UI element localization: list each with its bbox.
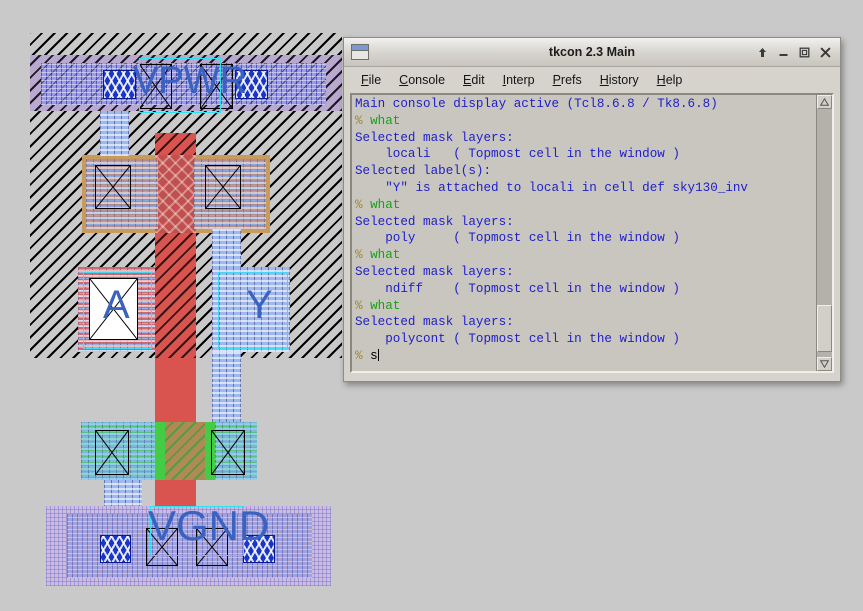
- console-prompt: %: [355, 113, 371, 128]
- console-line: polycont ( Topmost cell in the window ): [355, 331, 816, 348]
- console-command: what: [370, 248, 401, 263]
- layout-label-y: Y: [246, 283, 273, 327]
- tkcon-menubar[interactable]: File Console Edit Interp Prefs History H…: [344, 67, 840, 93]
- contact-x-icon: [96, 166, 130, 208]
- console-line: locali ( Topmost cell in the window ): [355, 146, 816, 163]
- console-input-text: s: [370, 348, 378, 363]
- menu-console-accel: C: [399, 72, 409, 87]
- maximize-icon: [799, 47, 810, 57]
- console-command: what: [370, 197, 401, 212]
- shade-button[interactable]: [752, 39, 773, 66]
- scroll-up-icon: [820, 98, 829, 106]
- tkcon-titlebar[interactable]: tkcon 2.3 Main: [344, 38, 840, 67]
- window-icon: [351, 44, 369, 60]
- console-line: Selected mask layers:: [355, 130, 816, 147]
- console-output: Selected mask layers:: [355, 130, 514, 145]
- scroll-down-button[interactable]: [817, 357, 832, 371]
- console-line: % what: [355, 113, 816, 130]
- menu-help-accel: H: [656, 72, 666, 87]
- licon-contact[interactable]: [95, 430, 129, 475]
- contact-x-icon: [206, 166, 240, 208]
- menu-edit[interactable]: Edit: [454, 71, 494, 89]
- console-output: Selected mask layers:: [355, 214, 514, 229]
- licon-contact[interactable]: [211, 430, 245, 475]
- console-output: poly ( Topmost cell in the window ): [355, 231, 680, 246]
- console-area[interactable]: Main console display active (Tcl8.6.8 / …: [350, 93, 834, 373]
- console-command: what: [370, 298, 401, 313]
- console-line: ndiff ( Topmost cell in the window ): [355, 281, 816, 298]
- layout-label-a: A: [103, 283, 130, 327]
- layer-ndiff-gate-edge-left[interactable]: [155, 422, 165, 480]
- console-line: "Y" is attached to locali in cell def sk…: [355, 180, 816, 197]
- console-output: "Y" is attached to locali in cell def sk…: [355, 180, 748, 195]
- console-line: Selected mask layers:: [355, 314, 816, 331]
- window-buttons: [752, 38, 840, 66]
- menu-console[interactable]: Console: [390, 71, 454, 89]
- layout-label-vpwr: VPWR: [133, 60, 247, 102]
- menu-history[interactable]: History: [591, 71, 648, 89]
- console-line: % what: [355, 247, 816, 264]
- console-output: locali ( Topmost cell in the window ): [355, 147, 680, 162]
- licon-contact[interactable]: [95, 165, 131, 209]
- tap-contact[interactable]: [103, 70, 136, 99]
- console-line: poly ( Topmost cell in the window ): [355, 230, 816, 247]
- console-line: Selected label(s):: [355, 163, 816, 180]
- scroll-down-icon: [820, 360, 829, 368]
- maximize-button[interactable]: [794, 39, 815, 66]
- console-output: Main console display active (Tcl8.6.8 / …: [355, 97, 718, 111]
- up-arrow-icon: [759, 47, 766, 57]
- minimize-icon: [779, 53, 788, 56]
- menu-prefs-label: refs: [560, 72, 582, 87]
- scroll-track[interactable]: [817, 109, 832, 357]
- console-prompt: %: [355, 248, 371, 263]
- console-line: Selected mask layers:: [355, 264, 816, 281]
- tkcon-window[interactable]: tkcon 2.3 Main File Console Edit Interp …: [343, 37, 841, 382]
- console-output: Selected label(s):: [355, 164, 492, 179]
- console-scrollbar[interactable]: [816, 95, 832, 371]
- menu-edit-label: dit: [471, 72, 485, 87]
- menu-history-accel: H: [599, 72, 609, 87]
- console-command: what: [370, 113, 401, 128]
- text-cursor: [377, 348, 379, 361]
- console-output: Selected mask layers:: [355, 315, 514, 330]
- console-input-line[interactable]: % s: [355, 348, 816, 365]
- scroll-thumb[interactable]: [817, 304, 832, 353]
- layer-locali-output-stub-lower[interactable]: [212, 352, 241, 424]
- console-output: polycont ( Topmost cell in the window ): [355, 332, 680, 347]
- close-button[interactable]: [815, 39, 836, 66]
- contact-x-icon: [96, 431, 128, 474]
- menu-help-label: elp: [665, 72, 683, 87]
- console-line: % what: [355, 197, 816, 214]
- console-line: Main console display active (Tcl8.6.8 / …: [355, 96, 816, 113]
- tap-contact[interactable]: [100, 535, 131, 563]
- licon-contact[interactable]: [205, 165, 241, 209]
- layer-locali-output-stub-upper[interactable]: [212, 229, 241, 271]
- menu-interp-label: nterp: [506, 72, 535, 87]
- menu-help[interactable]: Help: [648, 71, 692, 89]
- contact-x-icon: [212, 431, 244, 474]
- console-output: ndiff ( Topmost cell in the window ): [355, 281, 680, 296]
- console-prompt: %: [355, 197, 371, 212]
- menu-prefs[interactable]: Prefs: [544, 71, 591, 89]
- menu-history-label: istory: [608, 72, 639, 87]
- console-line: Selected mask layers:: [355, 214, 816, 231]
- console-text[interactable]: Main console display active (Tcl8.6.8 / …: [352, 95, 816, 371]
- minimize-button[interactable]: [773, 39, 794, 66]
- layout-label-vgnd: VGND: [148, 502, 270, 549]
- console-line: % what: [355, 298, 816, 315]
- scroll-up-button[interactable]: [817, 95, 832, 109]
- console-output: Selected mask layers:: [355, 264, 514, 279]
- console-prompt: %: [355, 298, 371, 313]
- layer-pmos-gate[interactable]: [155, 155, 196, 233]
- layer-locali-vpwr-stub[interactable]: [100, 111, 129, 156]
- menu-prefs-accel: P: [552, 72, 561, 87]
- console-prompt: %: [355, 348, 371, 363]
- close-icon: [820, 47, 831, 57]
- menu-file-accel: F: [361, 72, 369, 87]
- menu-file-label: ile: [368, 72, 382, 87]
- layer-nmos-gate[interactable]: [163, 422, 207, 480]
- menu-console-label: onsole: [408, 72, 446, 87]
- menu-file[interactable]: File: [352, 71, 390, 89]
- menu-interp[interactable]: Interp: [494, 71, 544, 89]
